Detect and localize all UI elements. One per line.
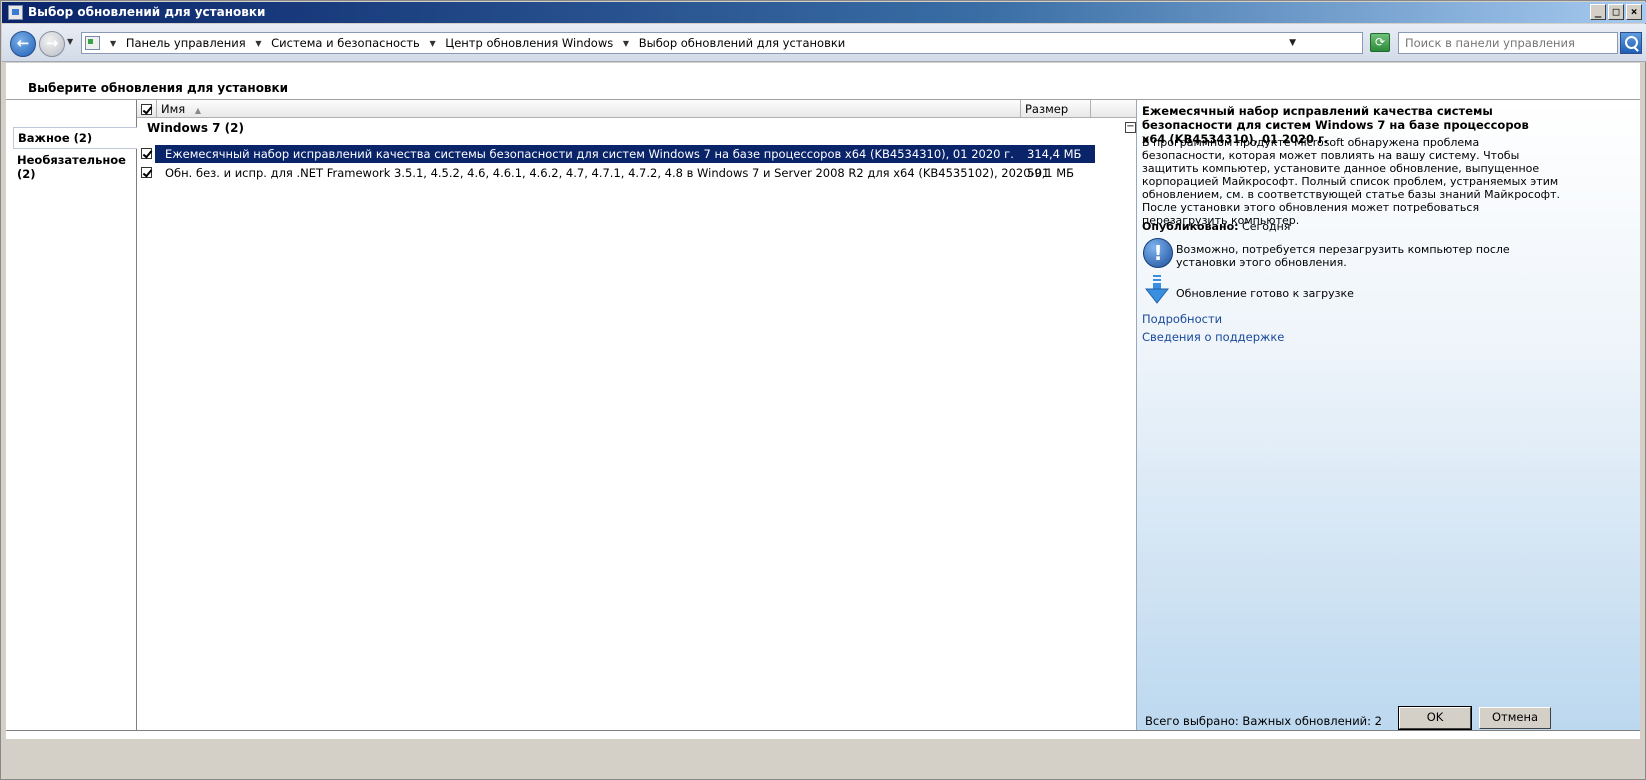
breadcrumb-item[interactable]: Панель управления (126, 36, 246, 50)
select-all-column[interactable] (137, 100, 157, 118)
list-header: Имя ▲ Размер (137, 100, 1142, 118)
table-row[interactable]: Ежемесячный набор исправлений качества с… (137, 145, 1095, 163)
table-row[interactable]: Обн. без. и испр. для .NET Framework 3.5… (137, 164, 1095, 182)
address-field[interactable]: ▼ Панель управления ▼ Система и безопасн… (81, 32, 1363, 54)
chevron-down-icon[interactable]: ▼ (429, 39, 435, 48)
column-header-size[interactable]: Размер (1021, 100, 1091, 118)
chevron-down-icon[interactable]: ▼ (110, 39, 116, 48)
maximize-button[interactable]: □ (1608, 4, 1624, 20)
content-area: Выберите обновления для установки Важное… (6, 63, 1640, 739)
update-size: 314,4 МБ (1027, 147, 1082, 161)
column-header-spacer (1091, 100, 1142, 118)
search-box (1398, 32, 1618, 54)
category-important[interactable]: Важное (2) (13, 127, 137, 149)
details-pane: Ежемесячный набор исправлений качества с… (1136, 100, 1640, 730)
window-controls: _ □ × (1590, 4, 1642, 20)
breadcrumb-item[interactable]: Система и безопасность (271, 36, 420, 50)
window: Выбор обновлений для установки _ □ × ← →… (0, 0, 1646, 780)
download-arrow-icon (1145, 275, 1169, 304)
update-checkbox[interactable] (141, 167, 152, 178)
collapse-group-icon[interactable]: − (1125, 122, 1136, 133)
column-header-name[interactable]: Имя ▲ (157, 100, 1021, 118)
download-status: Обновление готово к загрузке (1176, 287, 1354, 300)
minimize-button[interactable]: _ (1590, 4, 1606, 20)
breadcrumb-item[interactable]: Выбор обновлений для установки (639, 36, 846, 50)
navigation-bar: ← → ▼ ▼ Панель управления ▼ Система и бе… (2, 24, 1646, 62)
main-area: Важное (2) Необязательное (2) Имя ▲ Разм… (6, 99, 1640, 731)
sort-ascending-icon: ▲ (194, 106, 202, 115)
select-all-checkbox[interactable] (141, 104, 152, 115)
info-icon: ! (1143, 238, 1173, 268)
page-title: Выберите обновления для установки (28, 81, 289, 95)
category-optional[interactable]: Необязательное (2) (13, 150, 136, 184)
group-title: Windows 7 (2) (147, 121, 244, 135)
restart-note: Возможно, потребуется перезагрузить комп… (1176, 243, 1510, 269)
window-icon (8, 5, 23, 20)
chevron-down-icon[interactable]: ▼ (255, 39, 261, 48)
published-value: Сегодня (1242, 220, 1291, 233)
window-title: Выбор обновлений для установки (28, 5, 266, 19)
search-input[interactable] (1403, 34, 1603, 52)
update-size: 59,1 МБ (1027, 166, 1075, 180)
breadcrumb-item[interactable]: Центр обновления Windows (445, 36, 613, 50)
recent-pages-dropdown-icon[interactable]: ▼ (67, 37, 73, 46)
search-icon[interactable] (1620, 32, 1642, 54)
details-link[interactable]: Подробности (1142, 312, 1222, 326)
update-name: Ежемесячный набор исправлений качества с… (165, 147, 1014, 161)
category-list: Важное (2) Необязательное (2) (6, 100, 137, 730)
cancel-button[interactable]: Отмена (1479, 707, 1551, 729)
chevron-down-icon[interactable]: ▼ (623, 39, 629, 48)
selection-status: Всего выбрано: Важных обновлений: 2 (1145, 714, 1382, 728)
column-header-name-label: Имя (161, 102, 186, 116)
back-button[interactable]: ← (10, 31, 36, 57)
title-bar[interactable]: Выбор обновлений для установки _ □ × (2, 2, 1646, 23)
refresh-button[interactable]: ⟳ (1370, 33, 1390, 52)
breadcrumb: ▼ Панель управления ▼ Система и безопасн… (104, 36, 845, 50)
updates-list: Имя ▲ Размер Windows 7 (2) − Ежемесячный… (137, 100, 1142, 730)
close-button[interactable]: × (1626, 4, 1642, 20)
published-line: Опубликовано: Сегодня (1142, 220, 1290, 233)
control-panel-icon (85, 36, 100, 50)
published-label: Опубликовано: (1142, 220, 1239, 233)
ok-button[interactable]: OK (1398, 706, 1472, 730)
details-description: В программном продукте Microsoft обнаруж… (1142, 136, 1560, 227)
support-link[interactable]: Сведения о поддержке (1142, 330, 1284, 344)
update-name: Обн. без. и испр. для .NET Framework 3.5… (165, 166, 1050, 180)
update-checkbox[interactable] (141, 148, 152, 159)
address-history-dropdown-icon[interactable]: ▼ (1289, 38, 1296, 48)
forward-button[interactable]: → (39, 31, 65, 57)
